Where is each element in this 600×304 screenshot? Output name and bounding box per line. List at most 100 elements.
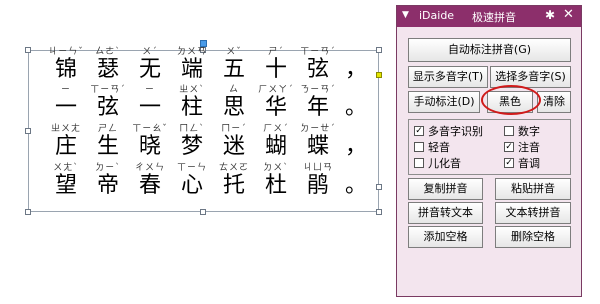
options-group: ✓ 多音字识别 数字 轻音 ✓ 注音 儿化音 ✓ 音调 <box>408 119 571 175</box>
clear-button[interactable]: 清除 <box>537 91 571 113</box>
pinyin-to-text-button[interactable]: 拼音转文本 <box>408 202 483 224</box>
char-cell: ， <box>334 123 378 159</box>
select-polyphones-button[interactable]: 选择多音字(S) <box>490 66 571 88</box>
char-cell: ㄐㄧㄣˇ 锦 <box>44 46 88 82</box>
text-line: ㄨㄤˋ 望 ㄉㄧˋ 帝 ㄔㄨㄣ春 ㄒㄧㄣ心 ㄊㄨㄛ托 ㄉㄨˋ 杜 ㄐㄩㄢ鹃 。 <box>44 162 374 204</box>
resize-handle-bottom[interactable] <box>200 209 206 215</box>
resize-handle-bottom-right[interactable] <box>376 209 382 215</box>
char-cell: ㄨˇ 五 <box>212 46 256 82</box>
option-erhua[interactable]: 儿化音 <box>414 156 461 170</box>
panel-logo: iDaide <box>419 9 455 22</box>
char-cell: ㄨㄤˋ 望 <box>44 162 88 198</box>
hanzi: 无 <box>138 57 161 82</box>
hanzi: 五 <box>222 57 245 82</box>
checkbox-unchecked[interactable] <box>504 126 514 136</box>
option-polyphone-detect[interactable]: ✓ 多音字识别 <box>414 124 483 138</box>
auto-annotate-button[interactable]: 自动标注拼音(G) <box>408 38 571 62</box>
char-cell: ㄕˊ 十 <box>254 46 298 82</box>
punctuation: ， <box>344 57 367 82</box>
punctuation: 。 <box>344 95 367 120</box>
hanzi: 瑟 <box>96 57 119 82</box>
hanzi: 一 <box>138 95 161 120</box>
checkbox-checked[interactable]: ✓ <box>414 126 424 136</box>
text-to-pinyin-button[interactable]: 文本转拼音 <box>495 202 571 224</box>
hanzi: 托 <box>222 173 245 198</box>
option-label: 轻音 <box>428 141 450 154</box>
pinyin-panel: ▼ iDaide 极速拼音 ✱ ✕ 自动标注拼音(G) 显示多音字(T) 选择多… <box>396 5 582 297</box>
hanzi: 杜 <box>264 173 287 198</box>
hanzi: 庄 <box>54 134 77 159</box>
option-light-tone[interactable]: 轻音 <box>414 140 450 154</box>
char-cell: ㄨˊ 无 <box>128 46 172 82</box>
resize-handle-bottom-left[interactable] <box>25 209 31 215</box>
option-label: 数字 <box>518 125 540 138</box>
char-cell: ㄕㄥ生 <box>86 123 130 159</box>
hanzi: 华 <box>264 95 287 120</box>
delete-space-button[interactable]: 删除空格 <box>495 226 571 248</box>
option-label: 多音字识别 <box>428 125 483 138</box>
char-cell: ㄙ思 <box>212 84 256 120</box>
panel-title: 极速拼音 <box>472 11 516 24</box>
hanzi: 春 <box>138 173 161 198</box>
option-number[interactable]: 数字 <box>504 124 540 138</box>
hanzi: 晓 <box>138 134 161 159</box>
text-line: ㄐㄧㄣˇ 锦 ㄙㄜˋ 瑟 ㄨˊ 无 ㄉㄨㄢ端 ㄨˇ 五 ㄕˊ 十 ㄒㄧㄢˊ 弦 ， <box>44 46 374 88</box>
char-cell: ㄧ一 <box>128 84 172 120</box>
text-line: ㄓㄨㄤ庄 ㄕㄥ生 ㄒㄧㄠˇ 晓 ㄇㄥˋ 梦 ㄇㄧˊ 迷 ㄏㄨˊ 蝴 ㄉㄧㄝˊ 蝶 ， <box>44 123 374 165</box>
checkbox-unchecked[interactable] <box>414 142 424 152</box>
checkbox-checked[interactable]: ✓ <box>504 158 514 168</box>
char-cell: ㄒㄧㄠˇ 晓 <box>128 123 172 159</box>
option-label: 注音 <box>518 141 540 154</box>
hanzi: 迷 <box>222 134 245 159</box>
option-zhuyin[interactable]: ✓ 注音 <box>504 140 540 154</box>
copy-pinyin-button[interactable]: 复制拼音 <box>408 178 483 200</box>
char-cell: ㄊㄨㄛ托 <box>212 162 256 198</box>
text-line: ㄧ一 ㄒㄧㄢˊ 弦 ㄧ一 ㄓㄨˋ 柱 ㄙ思 ㄏㄨㄚˊ 华 ㄋㄧㄢˊ 年 。 <box>44 84 374 126</box>
hanzi: 端 <box>180 57 203 82</box>
manual-annotate-button[interactable]: 手动标注(D) <box>408 91 480 113</box>
option-tone[interactable]: ✓ 音调 <box>504 156 540 170</box>
resize-handle-top-left[interactable] <box>25 47 31 53</box>
char-cell: ㄒㄧㄣ心 <box>170 162 214 198</box>
hanzi: 蝴 <box>264 134 287 159</box>
hanzi: 一 <box>54 95 77 120</box>
add-space-button[interactable]: 添加空格 <box>408 226 483 248</box>
black-color-button[interactable]: 黑色 <box>487 91 533 113</box>
paste-pinyin-button[interactable]: 粘贴拼音 <box>495 178 571 200</box>
close-icon[interactable]: ✕ <box>563 7 574 22</box>
char-cell: ㄔㄨㄣ春 <box>128 162 172 198</box>
hanzi: 望 <box>54 173 77 198</box>
show-polyphones-button[interactable]: 显示多音字(T) <box>408 66 488 88</box>
resize-handle-left[interactable] <box>25 128 31 134</box>
panel-titlebar[interactable]: ▼ iDaide 极速拼音 ✱ ✕ <box>397 6 581 27</box>
hanzi: 柱 <box>180 95 203 120</box>
char-cell: 。 <box>334 162 378 198</box>
punctuation: 。 <box>344 173 367 198</box>
char-cell: 。 <box>334 84 378 120</box>
char-cell: ㄏㄨˊ 蝴 <box>254 123 298 159</box>
checkbox-checked[interactable]: ✓ <box>504 142 514 152</box>
hanzi: 心 <box>180 173 203 198</box>
char-cell: ㄓㄨㄤ庄 <box>44 123 88 159</box>
char-cell: ㄧ一 <box>44 84 88 120</box>
hanzi: 思 <box>222 95 245 120</box>
char-cell: ㄉㄨˋ 杜 <box>254 162 298 198</box>
hanzi: 十 <box>264 57 287 82</box>
collapse-arrow-icon[interactable]: ▼ <box>402 10 409 20</box>
checkbox-unchecked[interactable] <box>414 158 424 168</box>
char-cell: ㄇㄥˋ 梦 <box>170 123 214 159</box>
char-cell: ㄒㄧㄢˊ 弦 <box>86 84 130 120</box>
hanzi: 锦 <box>54 57 77 82</box>
char-cell: ㄉㄧˋ 帝 <box>86 162 130 198</box>
option-label: 儿化音 <box>428 157 461 170</box>
char-cell: ㄇㄧˊ 迷 <box>212 123 256 159</box>
char-cell: ㄏㄨㄚˊ 华 <box>254 84 298 120</box>
gear-icon[interactable]: ✱ <box>545 8 555 22</box>
hanzi: 梦 <box>180 134 203 159</box>
char-cell: ㄓㄨˋ 柱 <box>170 84 214 120</box>
char-cell: ㄉㄨㄢ端 <box>170 46 214 82</box>
hanzi: 弦 <box>96 95 119 120</box>
char-cell: ㄙㄜˋ 瑟 <box>86 46 130 82</box>
char-cell: ， <box>334 46 378 82</box>
punctuation: ， <box>344 134 367 159</box>
